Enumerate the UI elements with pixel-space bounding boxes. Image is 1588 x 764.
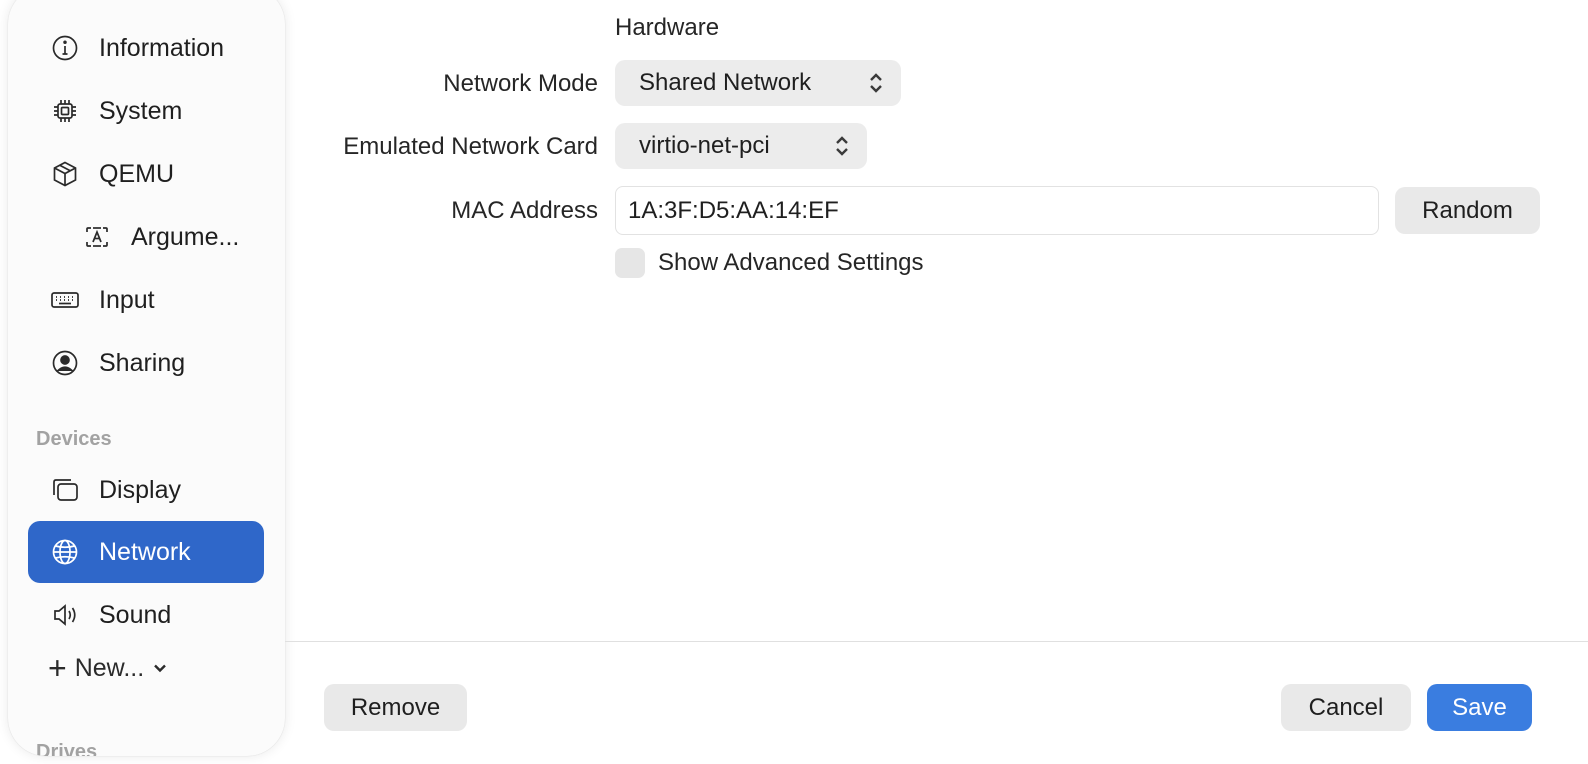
network-mode-value: Shared Network	[639, 69, 812, 96]
sidebar-item-label: Display	[99, 475, 181, 504]
sidebar-item-sharing[interactable]: Sharing	[28, 332, 264, 394]
drives-section-header: Drives	[36, 741, 98, 756]
sidebar-item-network[interactable]: Network	[28, 521, 264, 583]
mac-address-label: MAC Address	[451, 197, 598, 224]
sidebar-item-label: System	[99, 96, 183, 125]
new-device-label: New...	[74, 653, 145, 682]
person-circle-icon	[48, 346, 82, 380]
keyboard-icon	[48, 283, 82, 317]
devices-section-header: Devices	[36, 428, 112, 450]
cube-icon	[48, 157, 82, 191]
network-mode-popup[interactable]: Shared Network	[615, 60, 901, 106]
hardware-section-title: Hardware	[615, 14, 720, 41]
advanced-settings-checkbox[interactable]	[615, 248, 645, 278]
sidebar-item-label: QEMU	[99, 159, 174, 188]
settings-window: Information System QEMU Argume... Input	[0, 0, 1588, 764]
sidebar-item-label: Sound	[99, 600, 172, 629]
chevron-up-down-icon	[833, 133, 851, 159]
remove-button[interactable]: Remove	[324, 684, 467, 731]
sidebar-item-sound[interactable]: Sound	[28, 584, 264, 646]
footer-divider	[285, 641, 1588, 642]
text-box-icon	[80, 220, 114, 254]
sidebar-item-system[interactable]: System	[28, 80, 264, 142]
sidebar-item-label: Argume...	[131, 222, 240, 251]
globe-icon	[48, 535, 82, 569]
sidebar-item-label: Sharing	[99, 348, 186, 377]
chevron-down-icon	[152, 654, 168, 683]
network-mode-label: Network Mode	[443, 70, 598, 97]
advanced-settings-label: Show Advanced Settings	[658, 249, 924, 276]
sidebar-item-arguments[interactable]: Argume...	[28, 206, 264, 268]
plus-icon: +	[48, 650, 67, 686]
advanced-settings-row: Show Advanced Settings	[615, 247, 924, 279]
network-card-label: Emulated Network Card	[343, 133, 598, 160]
sidebar-item-label: Network	[99, 537, 191, 566]
sidebar-item-information[interactable]: Information	[28, 17, 264, 79]
random-mac-button[interactable]: Random	[1395, 187, 1540, 234]
sidebar-item-qemu[interactable]: QEMU	[28, 143, 264, 205]
cancel-button[interactable]: Cancel	[1281, 684, 1411, 731]
network-card-popup[interactable]: virtio-net-pci	[615, 123, 867, 169]
network-card-value: virtio-net-pci	[639, 132, 770, 159]
sidebar-item-label: Information	[99, 33, 225, 62]
mac-address-input[interactable]	[615, 186, 1379, 235]
sidebar-item-label: Input	[99, 285, 155, 314]
speaker-icon	[48, 598, 82, 632]
info-circle-icon	[48, 31, 82, 65]
cpu-chip-icon	[48, 94, 82, 128]
display-windows-icon	[48, 473, 82, 507]
sidebar-item-display[interactable]: Display	[28, 459, 264, 521]
sidebar-item-input[interactable]: Input	[28, 269, 264, 331]
chevron-up-down-icon	[867, 70, 885, 96]
new-device-menu[interactable]: + New...	[48, 650, 168, 686]
sidebar: Information System QEMU Argume... Input	[8, 0, 285, 756]
save-button[interactable]: Save	[1427, 684, 1532, 731]
